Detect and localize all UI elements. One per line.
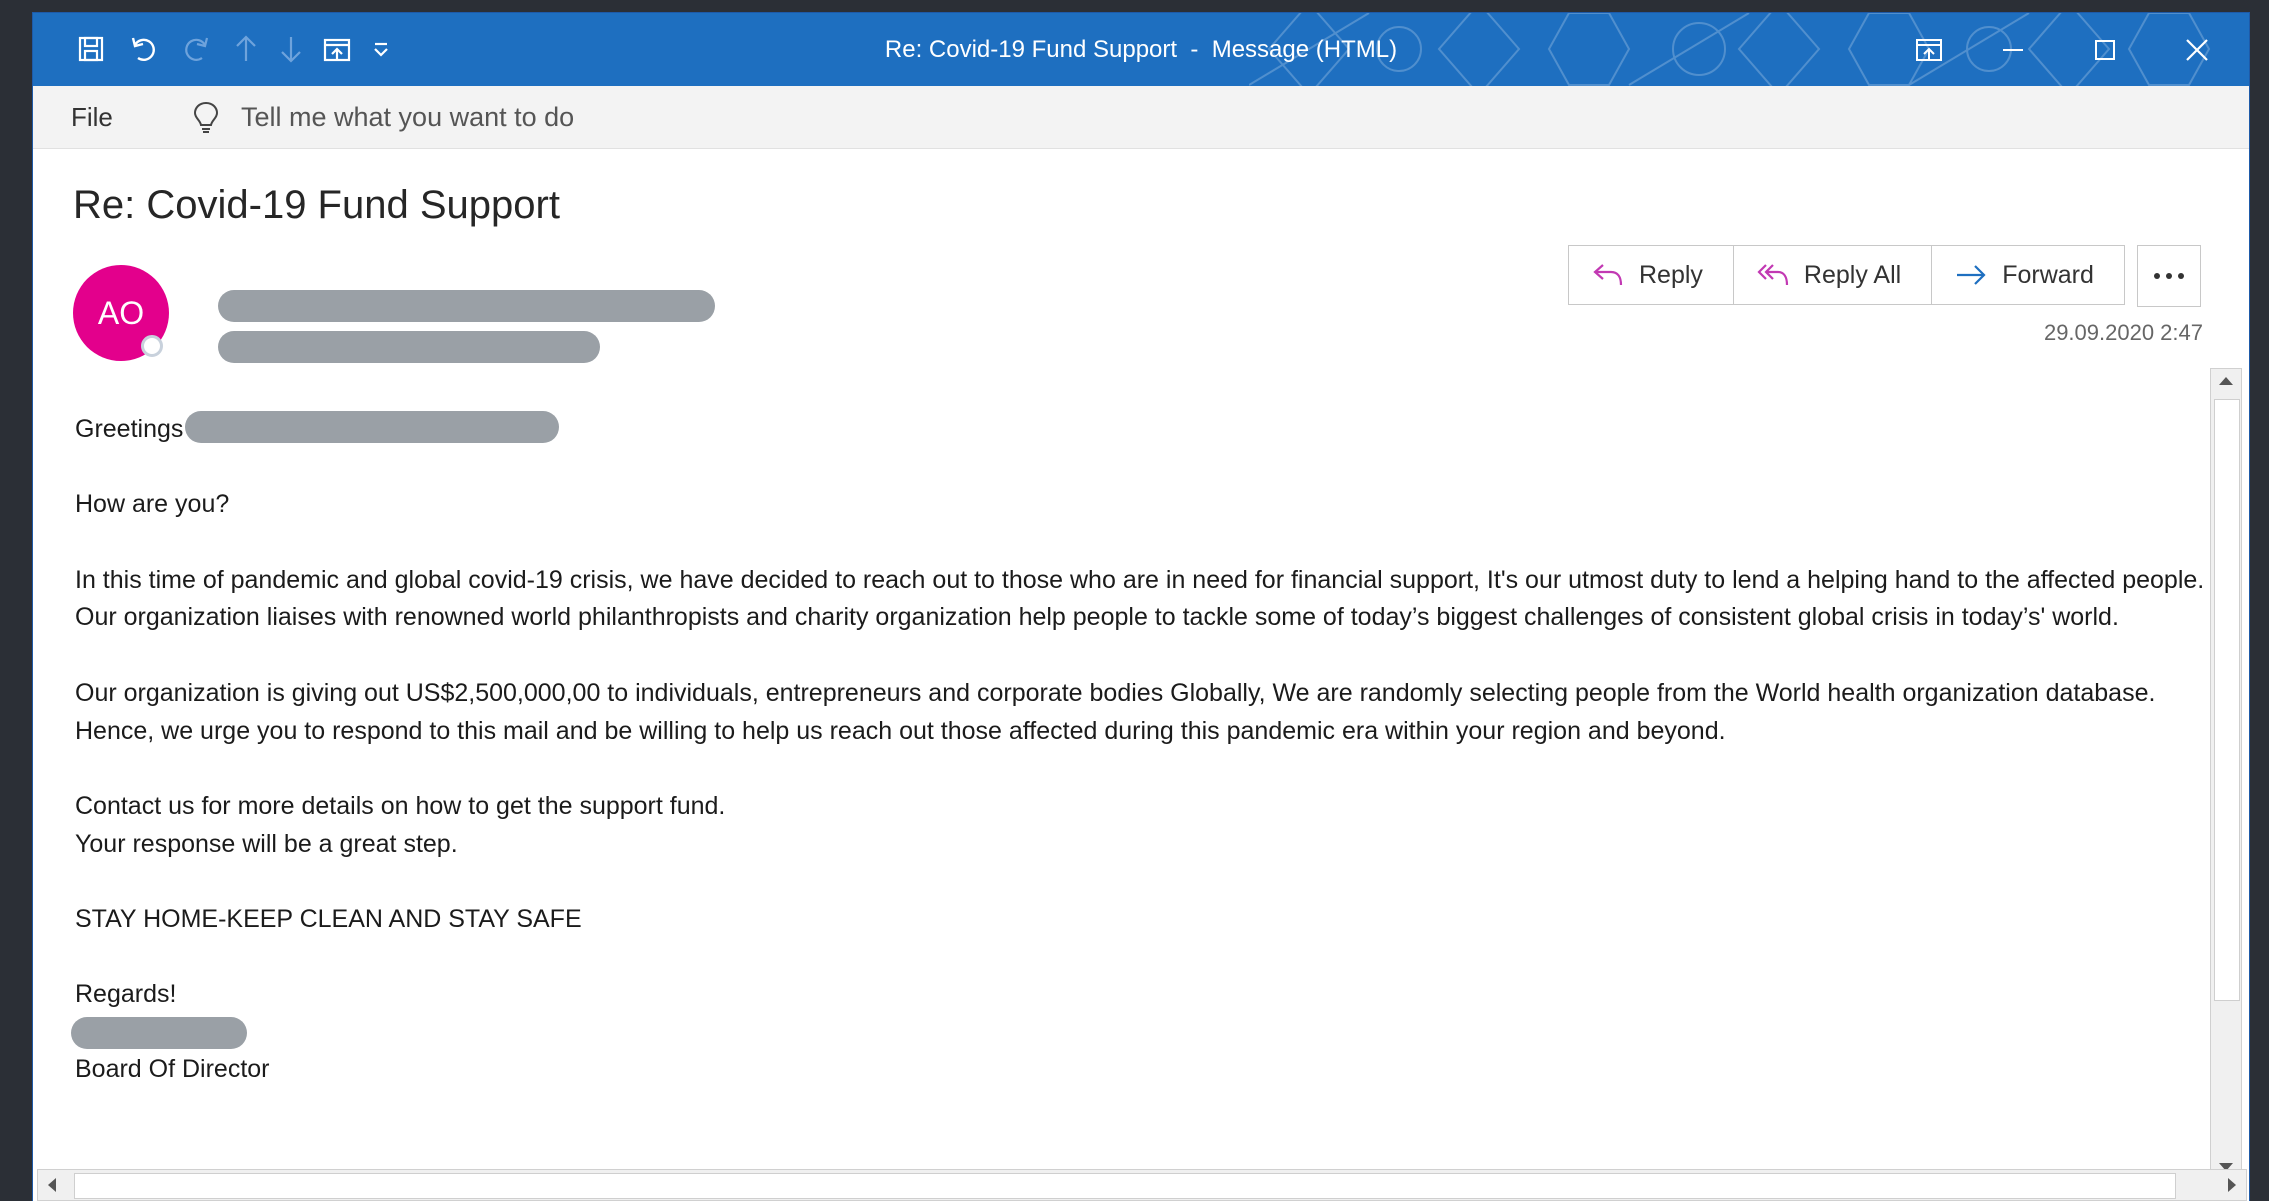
horizontal-scroll-thumb[interactable]	[74, 1173, 2176, 1199]
reply-icon	[1593, 264, 1623, 286]
contact-line-1: Contact us for more details on how to ge…	[75, 791, 726, 820]
recipient-name-redacted	[185, 411, 560, 444]
sender-name-redacted	[218, 290, 715, 322]
forward-label: Forward	[2002, 260, 2094, 289]
ribbon: File Tell me what you want to do	[33, 86, 2249, 149]
message-body: Greetings How are you? In this time of p…	[71, 411, 2235, 1089]
contact-block: Contact us for more details on how to ge…	[75, 788, 2235, 863]
greeting-line: Greetings	[75, 411, 2235, 449]
presence-status-icon	[141, 335, 163, 357]
lightbulb-icon	[193, 101, 219, 133]
tell-me-search[interactable]: Tell me what you want to do	[191, 86, 574, 148]
tell-me-label: Tell me what you want to do	[241, 101, 575, 132]
body-paragraph-1: In this time of pandemic and global covi…	[75, 565, 2205, 632]
ribbon-display-options-icon[interactable]	[1887, 13, 1971, 86]
recipient-redacted	[218, 331, 600, 363]
reply-all-icon	[1757, 264, 1789, 286]
vertical-scroll-thumb[interactable]	[2214, 399, 2240, 1001]
message-timestamp: 29.09.2020 2:47	[2043, 320, 2203, 345]
reply-button[interactable]: Reply	[1568, 245, 1734, 305]
scroll-left-icon[interactable]	[48, 1178, 56, 1192]
reply-all-button[interactable]: Reply All	[1732, 245, 1933, 305]
horizontal-scrollbar[interactable]	[37, 1169, 2247, 1201]
signature-name-redacted	[71, 1017, 247, 1050]
minimize-icon[interactable]	[1971, 13, 2055, 86]
signature-block: Regards! Board Of Director	[71, 976, 2235, 1088]
title-bar: Re: Covid-19 Fund Support - Message (HTM…	[33, 13, 2249, 86]
maximize-icon[interactable]	[2063, 13, 2147, 86]
more-actions-button[interactable]	[2137, 245, 2201, 307]
signature-title: Board Of Director	[75, 1055, 270, 1084]
scroll-up-icon[interactable]	[2219, 377, 2233, 385]
contact-line-2: Your response will be a great step.	[75, 829, 458, 858]
body-paragraph-2: Our organization is giving out US$2,500,…	[75, 678, 2156, 745]
scroll-right-icon[interactable]	[2228, 1178, 2236, 1192]
vertical-scrollbar[interactable]	[2210, 368, 2242, 1180]
question-line: How are you?	[75, 490, 230, 519]
file-tab[interactable]: File	[71, 86, 113, 148]
slogan-line: STAY HOME-KEEP CLEAN AND STAY SAFE	[75, 905, 582, 934]
reply-all-label: Reply All	[1803, 260, 1902, 289]
message-subject: Re: Covid-19 Fund Support	[73, 183, 560, 227]
message-window: Re: Covid-19 Fund Support - Message (HTM…	[32, 12, 2250, 1201]
more-icon	[2154, 273, 2184, 279]
close-icon[interactable]	[2155, 13, 2239, 86]
closing-line: Regards!	[75, 980, 177, 1009]
greeting-text: Greetings	[75, 415, 184, 443]
forward-button[interactable]: Forward	[1931, 245, 2125, 305]
message-actions: Reply Reply All Forward	[1568, 245, 2125, 307]
forward-icon	[1957, 265, 1986, 285]
reply-label: Reply	[1639, 260, 1703, 289]
